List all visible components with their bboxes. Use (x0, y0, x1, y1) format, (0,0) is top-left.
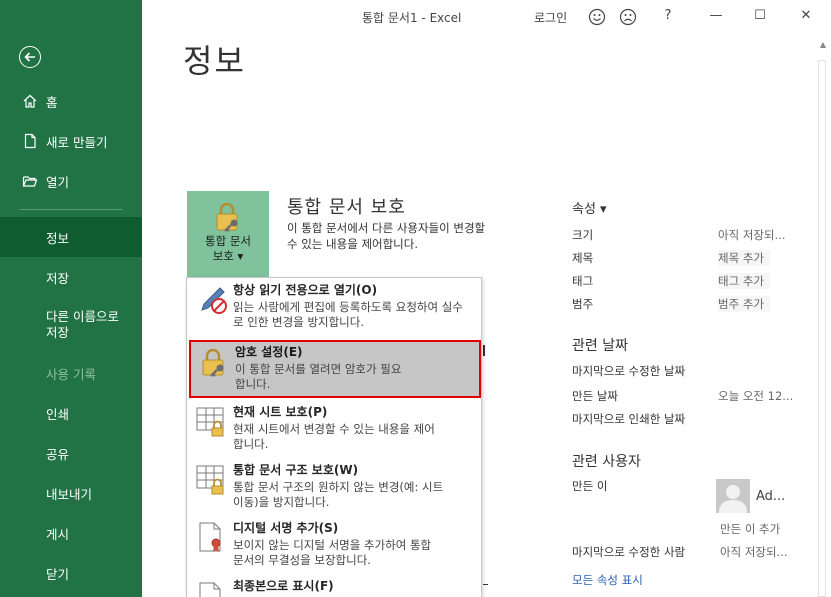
sidebar-item-info[interactable]: 정보 (0, 217, 142, 257)
workbook-lock-icon (196, 462, 228, 496)
hidden-content-edge (483, 584, 488, 585)
sidebar-item-label: 공유 (46, 446, 70, 462)
maximize-button[interactable]: ☐ (752, 8, 768, 24)
property-value-size: 아직 저장되... (718, 228, 786, 242)
property-label-tags: 태그 (572, 274, 594, 288)
sidebar-item-label: 내보내기 (46, 486, 93, 502)
sidebar-item-label: 새로 만들기 (46, 134, 108, 150)
menu-item-description: 통합 문서 구조의 원하지 않는 변경(예: 시트 이동)을 방지합니다. (233, 480, 444, 509)
sidebar-item-label: 정보 (46, 230, 70, 246)
related-people-title: 관련 사용자 (572, 454, 641, 470)
menu-item-protect-current-sheet[interactable]: 현재 시트 보호(P) 현재 시트에서 변경할 수 있는 내용을 제어합니다. (187, 400, 481, 458)
property-input-title[interactable]: 제목 추가 (718, 250, 770, 266)
open-folder-icon (22, 173, 38, 189)
person-icon (719, 485, 747, 513)
sheet-lock-icon (196, 404, 228, 438)
page-title: 정보 (183, 42, 246, 80)
help-button[interactable]: ? (660, 8, 676, 24)
menu-item-description: 보이지 않는 디지털 서명을 추가하여 통합 문서의 무결성을 보장합니다. (233, 538, 432, 567)
frown-feedback-icon[interactable] (619, 8, 637, 26)
add-author-link[interactable]: 만든 이 추가 (720, 521, 780, 537)
hidden-content-edge (483, 345, 485, 356)
backstage-sidebar: 홈 새로 만들기 열기 정보 저장 다른 이름으로 저장 사용 기록 인쇄 공유… (0, 0, 142, 597)
sidebar-item-history: 사용 기록 (0, 353, 142, 393)
lock-key-icon (212, 201, 244, 236)
sidebar-item-label: 홈 (46, 94, 58, 110)
menu-item-title: 현재 시트 보호(P) (233, 405, 328, 419)
date-label-last-modified: 마지막으로 수정한 날짜 (572, 364, 686, 378)
show-all-properties-link[interactable]: 모든 속성 표시 (572, 572, 643, 588)
property-input-category[interactable]: 범주 추가 (718, 296, 770, 312)
menu-item-title: 암호 설정(E) (235, 345, 303, 359)
sidebar-divider (20, 209, 122, 210)
sidebar-item-label: 게시 (46, 526, 70, 542)
minimize-button[interactable]: — (708, 8, 724, 24)
sidebar-item-label: 인쇄 (46, 406, 70, 422)
related-dates-title: 관련 날짜 (572, 338, 628, 354)
window-title: 통합 문서1 - Excel (362, 11, 462, 25)
sidebar-item-home[interactable]: 홈 (0, 81, 142, 121)
sidebar-item-label: 닫기 (46, 566, 70, 582)
new-document-icon (22, 133, 38, 149)
sidebar-item-label: 저장 (46, 270, 70, 286)
last-modified-by-value: 아직 저장되... (720, 545, 788, 559)
sidebar-item-publish[interactable]: 게시 (0, 513, 142, 553)
protect-section-description: 이 통합 문서에서 다른 사용자들이 변경할 수 있는 내용을 제어합니다. (287, 221, 486, 251)
menu-item-description: 읽는 사람에게 편집에 등록하도록 요청하여 실수로 인한 변경을 방지합니다. (233, 300, 463, 329)
sidebar-item-save[interactable]: 저장 (0, 257, 142, 297)
sidebar-item-label: 사용 기록 (46, 366, 96, 382)
menu-item-add-digital-signature[interactable]: 디지털 서명 추가(S) 보이지 않는 디지털 서명을 추가하여 통합 문서의 … (187, 516, 481, 574)
scrollbar-thumb[interactable] (818, 60, 826, 597)
sidebar-item-label: 열기 (46, 174, 70, 190)
menu-item-title: 디지털 서명 추가(S) (233, 521, 339, 535)
home-icon (22, 93, 38, 109)
sidebar-item-print[interactable]: 인쇄 (0, 393, 142, 433)
menu-item-mark-as-final[interactable]: 최종본으로 표시(F) (187, 574, 481, 597)
protect-section-title: 통합 문서 보호 (287, 197, 406, 218)
properties-header[interactable]: 속성 ▾ (572, 198, 607, 217)
date-value-created: 오늘 오전 12... (718, 389, 794, 403)
avatar (716, 479, 750, 513)
lock-key-icon (198, 346, 230, 380)
property-label-size: 크기 (572, 228, 594, 242)
protect-button-label-line2: 보호 ▾ (212, 249, 244, 263)
author-label: 만든 이 (572, 479, 608, 493)
protect-button-label-line1: 통합 문서 (205, 234, 251, 248)
pencil-prohibited-icon (196, 282, 228, 316)
author-name[interactable]: Ad... (756, 489, 785, 504)
final-document-icon (196, 578, 228, 597)
smile-feedback-icon[interactable] (588, 8, 606, 26)
menu-item-title: 통합 문서 구조 보호(W) (233, 463, 359, 477)
date-label-last-printed: 마지막으로 인쇄한 날짜 (572, 412, 686, 426)
property-input-tags[interactable]: 태그 추가 (718, 273, 770, 289)
protect-workbook-button[interactable]: 통합 문서 보호 ▾ (187, 191, 269, 277)
menu-item-description: 현재 시트에서 변경할 수 있는 내용을 제어합니다. (233, 422, 435, 451)
back-arrow-icon[interactable] (19, 46, 41, 68)
sidebar-item-save-as[interactable]: 다른 이름으로 저장 (0, 303, 142, 347)
last-modified-by-label: 마지막으로 수정한 사람 (572, 545, 686, 559)
date-label-created: 만든 날짜 (572, 389, 618, 403)
signature-ribbon-icon (196, 520, 228, 554)
menu-item-always-read-only[interactable]: 항상 읽기 전용으로 열기(O) 읽는 사람에게 편집에 등록하도록 요청하여 … (187, 278, 481, 338)
protect-workbook-menu: 항상 읽기 전용으로 열기(O) 읽는 사람에게 편집에 등록하도록 요청하여 … (186, 277, 482, 597)
property-label-category: 범주 (572, 297, 594, 311)
menu-item-title: 최종본으로 표시(F) (233, 579, 334, 593)
sidebar-item-export[interactable]: 내보내기 (0, 473, 142, 513)
menu-item-description: 이 통합 문서를 열려면 암호가 필요합니다. (235, 362, 402, 391)
scroll-up-arrow-icon[interactable]: ▲ (818, 40, 828, 50)
sidebar-item-label: 다른 이름으로 저장 (46, 309, 119, 340)
sidebar-item-close[interactable]: 닫기 (0, 553, 142, 593)
sidebar-item-new[interactable]: 새로 만들기 (0, 121, 142, 161)
menu-item-encrypt-with-password[interactable]: 암호 설정(E) 이 통합 문서를 열려면 암호가 필요합니다. (189, 340, 481, 398)
sidebar-item-share[interactable]: 공유 (0, 433, 142, 473)
sidebar-item-open[interactable]: 열기 (0, 161, 142, 201)
property-label-title: 제목 (572, 251, 594, 265)
menu-item-protect-workbook-structure[interactable]: 통합 문서 구조 보호(W) 통합 문서 구조의 원하지 않는 변경(예: 시트… (187, 458, 481, 516)
close-button[interactable]: ✕ (798, 8, 814, 24)
login-link[interactable]: 로그인 (534, 9, 567, 26)
menu-item-title: 항상 읽기 전용으로 열기(O) (233, 283, 378, 297)
title-bar: 통합 문서1 - Excel 로그인 ? — ☐ ✕ (142, 0, 831, 34)
